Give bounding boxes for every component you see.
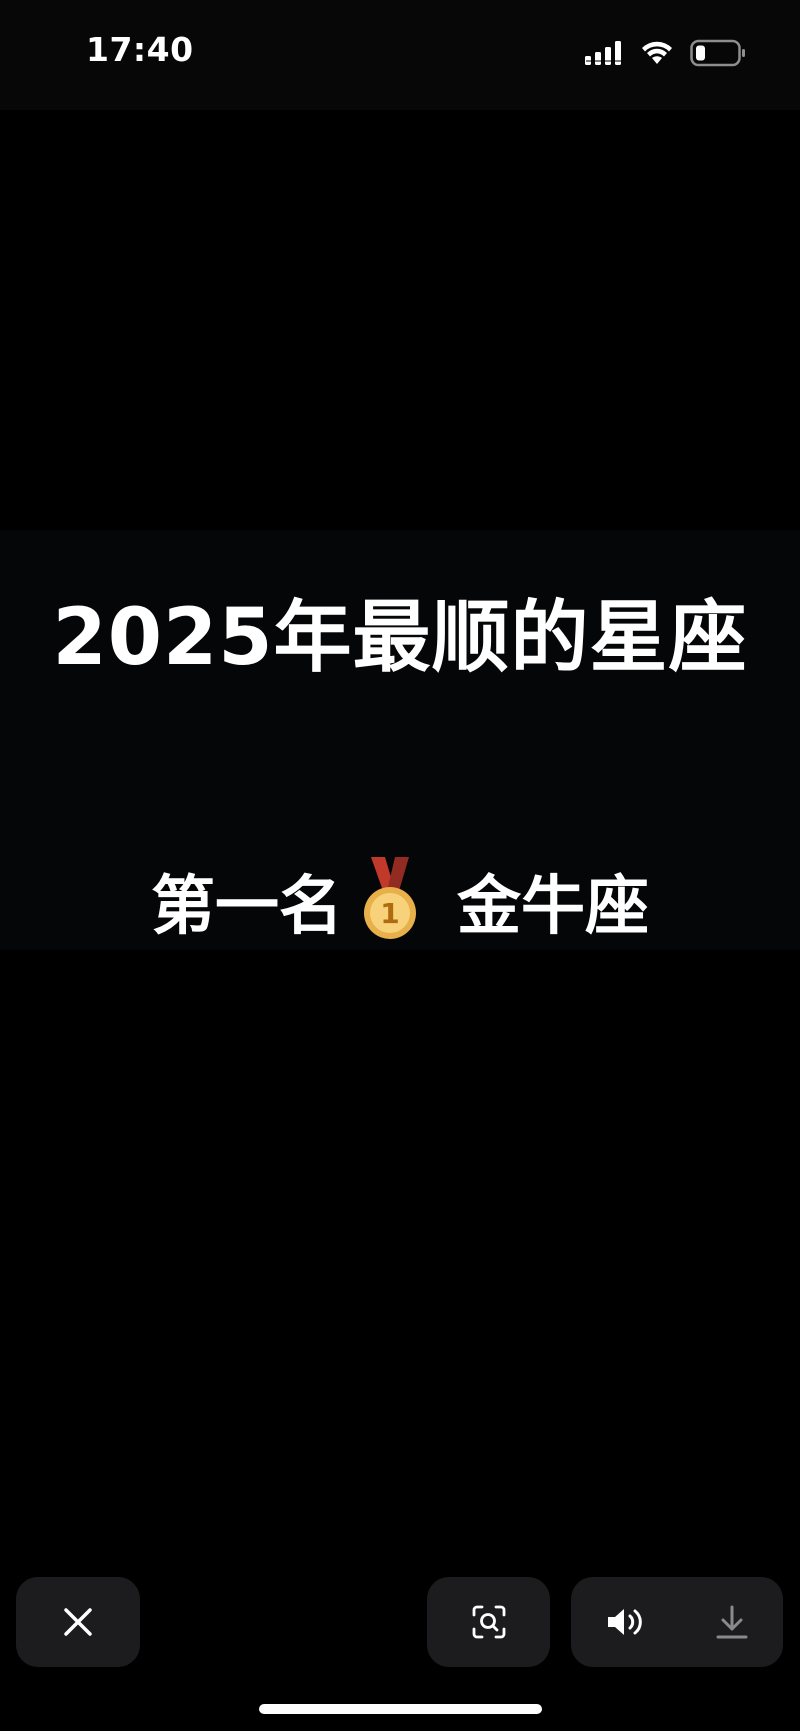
media-controls — [571, 1577, 783, 1667]
sign-name: 金牛座 — [457, 870, 649, 944]
visual-search-button[interactable] — [427, 1577, 550, 1667]
status-time: 17:40 — [86, 30, 194, 69]
rank-label: 第一名 — [151, 870, 343, 944]
wifi-icon — [640, 40, 674, 66]
headline: 2025年最顺的星座 — [52, 593, 748, 683]
close-icon — [63, 1607, 93, 1637]
status-icons — [584, 36, 746, 70]
rank-line: 第一名 1 金牛座 — [0, 855, 800, 947]
download-icon[interactable] — [716, 1605, 748, 1639]
home-indicator[interactable] — [259, 1704, 542, 1714]
image-viewer-screen: 17:40 2025年最顺的星座 第一名 1 金牛座 — [0, 0, 800, 1731]
svg-text:1: 1 — [380, 897, 399, 930]
cellular-signal-icon — [584, 40, 624, 66]
battery-icon — [690, 39, 746, 67]
visual-search-icon — [472, 1605, 506, 1639]
status-bar: 17:40 — [0, 0, 800, 110]
volume-icon[interactable] — [606, 1606, 646, 1638]
first-place-medal-icon: 1 — [361, 857, 419, 945]
close-button[interactable] — [16, 1577, 140, 1667]
